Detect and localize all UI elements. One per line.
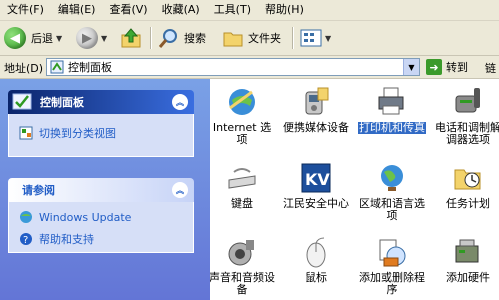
- control-panel-items: Internet 选项 便携媒体设备 打印机和传真 电话和调制解调器选项 键盘 …: [210, 79, 499, 300]
- kv-shield-icon: KV: [299, 161, 333, 195]
- item-add-remove-programs[interactable]: 添加或删除程序: [358, 235, 426, 296]
- collapse-chevron-icon[interactable]: ︽: [172, 182, 188, 198]
- toolbar-separator: [292, 27, 294, 49]
- forward-dropdown-icon[interactable]: ▼: [101, 34, 107, 43]
- toolbar-separator: [150, 27, 152, 49]
- portable-media-icon: [299, 85, 333, 119]
- go-arrow-icon: ➜: [426, 59, 442, 75]
- keyboard-icon: [225, 161, 259, 195]
- svg-text:KV: KV: [305, 170, 330, 189]
- svg-text:?: ?: [23, 235, 28, 246]
- control-panel-box-header[interactable]: 控制面板 ︽: [8, 90, 194, 114]
- category-view-icon: [19, 126, 33, 140]
- see-also-box: 请参阅 ︽ Windows Update ? 帮助和支持: [8, 178, 194, 253]
- address-value: 控制面板: [68, 61, 112, 74]
- item-jiangmin-security[interactable]: KV 江民安全中心: [282, 161, 350, 210]
- item-label: 添加或删除程序: [359, 271, 425, 296]
- add-remove-programs-icon: [375, 235, 409, 269]
- add-hardware-icon: [451, 235, 485, 269]
- windows-update-label: Windows Update: [39, 210, 132, 224]
- scheduled-tasks-icon: [451, 161, 485, 195]
- mouse-icon: [299, 235, 333, 269]
- menu-favorites[interactable]: 收藏(A): [155, 1, 207, 19]
- see-also-title: 请参阅: [22, 184, 55, 197]
- item-label: 任务计划: [446, 197, 490, 210]
- item-internet-options[interactable]: Internet 选项: [210, 85, 276, 146]
- globe-icon: [375, 161, 409, 195]
- collapse-chevron-icon[interactable]: ︽: [172, 94, 188, 110]
- address-dropdown-icon[interactable]: ▼: [403, 59, 419, 75]
- item-mouse[interactable]: 鼠标: [282, 235, 350, 284]
- help-icon: ?: [19, 232, 33, 246]
- item-label: 电话和调制解调器选项: [435, 121, 499, 146]
- item-printers-faxes[interactable]: 打印机和传真: [358, 85, 426, 134]
- up-folder-button[interactable]: [120, 24, 144, 52]
- item-label: 鼠标: [305, 271, 327, 284]
- item-add-hardware[interactable]: 添加硬件: [434, 235, 499, 284]
- go-button[interactable]: ➜ 转到: [426, 58, 468, 76]
- control-panel-small-icon: [50, 60, 64, 74]
- folders-button[interactable]: 文件夹: [222, 24, 281, 52]
- phone-modem-icon: [451, 85, 485, 119]
- back-button[interactable]: ◀ 后退 ▼: [4, 24, 62, 52]
- back-dropdown-icon[interactable]: ▼: [56, 34, 62, 43]
- printer-icon: [375, 85, 409, 119]
- menu-help[interactable]: 帮助(H): [258, 1, 311, 19]
- item-sound-audio[interactable]: 声音和音频设备: [210, 235, 276, 296]
- search-label: 搜索: [184, 32, 206, 45]
- help-support-label: 帮助和支持: [39, 233, 94, 246]
- item-label: 打印机和传真: [358, 121, 426, 134]
- windows-update-icon: [19, 210, 33, 224]
- speaker-icon: [225, 235, 259, 269]
- forward-arrow-icon: ▶: [76, 27, 98, 49]
- item-scheduled-tasks[interactable]: 任务计划: [434, 161, 499, 210]
- see-also-header[interactable]: 请参阅 ︽: [8, 178, 194, 202]
- item-portable-media-devices[interactable]: 便携媒体设备: [282, 85, 350, 134]
- back-label: 后退: [31, 32, 53, 45]
- control-panel-box: 控制面板 ︽ 切换到分类视图: [8, 90, 194, 157]
- control-panel-box-title: 控制面板: [40, 96, 84, 109]
- folders-label: 文件夹: [248, 32, 281, 45]
- address-label: 地址(D): [4, 62, 44, 75]
- item-keyboard[interactable]: 键盘: [210, 161, 276, 210]
- go-label: 转到: [446, 61, 468, 74]
- item-label: 添加硬件: [446, 271, 490, 284]
- control-panel-box-body: 切换到分类视图: [8, 114, 194, 157]
- internet-options-icon: [225, 85, 259, 119]
- up-folder-icon: [121, 28, 141, 48]
- see-also-body: Windows Update ? 帮助和支持: [8, 202, 194, 253]
- item-label: 声音和音频设备: [210, 271, 275, 296]
- help-support-link[interactable]: ? 帮助和支持: [9, 228, 193, 250]
- switch-category-view-label: 切换到分类视图: [39, 127, 116, 140]
- search-icon: [158, 29, 177, 48]
- forward-button[interactable]: ▶ ▼: [76, 24, 107, 52]
- item-label: Internet 选项: [212, 121, 272, 146]
- windows-update-link[interactable]: Windows Update: [9, 202, 193, 228]
- menu-bar: 文件(F) 编辑(E) 查看(V) 收藏(A) 工具(T) 帮助(H): [0, 0, 499, 21]
- item-label: 区域和语言选项: [359, 197, 425, 222]
- folders-icon: [223, 32, 243, 47]
- task-panel: 控制面板 ︽ 切换到分类视图 请参阅 ︽ Windows Update ? 帮助…: [0, 79, 210, 300]
- links-label[interactable]: 链: [485, 60, 496, 76]
- item-label: 江民安全中心: [283, 197, 349, 210]
- control-panel-icon: [12, 93, 32, 110]
- views-dropdown-icon[interactable]: ▼: [325, 34, 331, 43]
- item-label: 便携媒体设备: [283, 121, 349, 134]
- back-arrow-icon: ◀: [4, 27, 26, 49]
- views-icon: [300, 29, 322, 47]
- search-button[interactable]: 搜索: [158, 24, 206, 52]
- menu-edit[interactable]: 编辑(E): [51, 1, 103, 19]
- address-bar: 地址(D) 控制面板 ▼ ➜ 转到 链: [0, 56, 499, 79]
- views-button[interactable]: ▼: [300, 24, 331, 52]
- item-label: 键盘: [231, 197, 253, 210]
- menu-file[interactable]: 文件(F): [0, 1, 51, 19]
- item-region-language[interactable]: 区域和语言选项: [358, 161, 426, 222]
- menu-view[interactable]: 查看(V): [102, 1, 154, 19]
- menu-tools[interactable]: 工具(T): [207, 1, 258, 19]
- toolbar: ◀ 后退 ▼ ▶ ▼ 搜索 文件夹 ▼: [0, 21, 499, 56]
- item-phone-modem[interactable]: 电话和调制解调器选项: [434, 85, 499, 146]
- address-input[interactable]: 控制面板 ▼: [46, 58, 420, 76]
- switch-category-view-link[interactable]: 切换到分类视图: [9, 114, 193, 144]
